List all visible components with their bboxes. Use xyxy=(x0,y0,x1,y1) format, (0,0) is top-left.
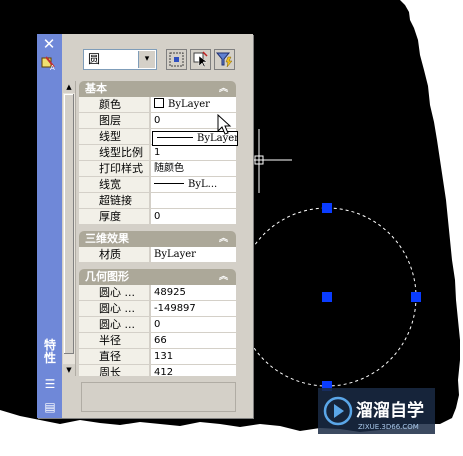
section-title: 三维效果 xyxy=(85,232,129,245)
collapse-icon[interactable]: ︽ xyxy=(219,231,228,247)
property-label: 半径 xyxy=(79,333,149,348)
property-label: 线型 xyxy=(79,129,149,144)
scroll-up-icon[interactable]: ▲ xyxy=(63,81,75,93)
property-value[interactable]: 66 xyxy=(150,333,236,348)
property-label: 圆心 ... xyxy=(79,285,149,300)
palette-toolbar: 圆 ▾ xyxy=(63,36,253,76)
property-row-layer[interactable]: 图层 0 xyxy=(79,113,236,129)
vertical-scrollbar[interactable]: ▲ ▼ xyxy=(63,81,76,376)
pickadd-button[interactable] xyxy=(166,49,187,70)
property-value[interactable]: 0 xyxy=(150,317,236,332)
section-3d-effects-header[interactable]: 三维效果 ︽ xyxy=(79,231,236,247)
property-row-radius[interactable]: 半径 66 xyxy=(79,333,236,349)
property-row-plot-style[interactable]: 打印样式 随颜色 xyxy=(79,161,236,177)
property-row-center-x[interactable]: 圆心 ... 48925 xyxy=(79,285,236,301)
section-title: 几何图形 xyxy=(85,270,129,283)
select-objects-button[interactable] xyxy=(190,49,211,70)
select-objects-icon xyxy=(193,51,208,68)
section-general-header[interactable]: 基本 ︽ xyxy=(79,81,236,97)
properties-palette: ✕ A 特性 ☰ ▤ 圆 ▾ ▲ ▼ 基本 ︽ 颜色 ByLayer 图层 0 … xyxy=(37,34,253,418)
property-label: 超链接 xyxy=(79,193,149,208)
property-value[interactable]: 1 xyxy=(150,145,236,160)
property-label: 周长 xyxy=(79,365,149,376)
collapse-icon[interactable]: ︽ xyxy=(219,269,228,285)
property-value[interactable]: 0 xyxy=(150,209,236,224)
palette-vertical-title: 特性 xyxy=(43,338,56,365)
property-value[interactable]: 随颜色 xyxy=(150,161,236,176)
collapse-icon[interactable]: ︽ xyxy=(219,81,228,97)
property-value[interactable]: -149897 xyxy=(150,301,236,316)
property-value[interactable] xyxy=(150,193,236,208)
property-label: 线型比例 xyxy=(79,145,149,160)
properties-icon[interactable]: A xyxy=(40,55,58,71)
property-row-center-z[interactable]: 圆心 ... 0 xyxy=(79,317,236,333)
property-label: 线宽 xyxy=(79,177,149,192)
mouse-pointer-icon xyxy=(217,114,232,135)
scroll-thumb[interactable] xyxy=(64,94,74,354)
property-row-center-y[interactable]: 圆心 ... -149897 xyxy=(79,301,236,317)
property-value[interactable]: ByLayer xyxy=(150,97,236,112)
palette-titlebar[interactable]: ✕ A 特性 ☰ ▤ xyxy=(37,34,62,418)
property-label: 圆心 ... xyxy=(79,317,149,332)
object-type-select[interactable]: 圆 ▾ xyxy=(83,49,157,70)
quick-select-button[interactable] xyxy=(214,49,235,70)
watermark-brand: 溜溜自学 xyxy=(356,400,424,421)
lineweight-sample-icon xyxy=(154,183,184,184)
grip-top[interactable] xyxy=(322,203,332,213)
description-area xyxy=(81,382,236,412)
watermark-url: ZIXUE.3D66.COM xyxy=(358,423,419,431)
section-geometry-header[interactable]: 几何图形 ︽ xyxy=(79,269,236,285)
chevron-down-icon[interactable]: ▾ xyxy=(138,51,155,68)
property-value[interactable]: 131 xyxy=(150,349,236,364)
property-row-thickness[interactable]: 厚度 0 xyxy=(79,209,236,225)
grip-center[interactable] xyxy=(322,292,332,302)
close-icon[interactable]: ✕ xyxy=(41,36,57,52)
auto-hide-icon[interactable]: ☰ xyxy=(42,377,58,391)
property-label: 直径 xyxy=(79,349,149,364)
scroll-down-icon[interactable]: ▼ xyxy=(63,364,75,376)
property-row-material[interactable]: 材质 ByLayer xyxy=(79,247,236,263)
property-label: 圆心 ... xyxy=(79,301,149,316)
property-label: 打印样式 xyxy=(79,161,149,176)
property-row-circumference[interactable]: 周长 412 xyxy=(79,365,236,376)
property-label: 材质 xyxy=(79,247,149,262)
property-row-diameter[interactable]: 直径 131 xyxy=(79,349,236,365)
lineweight-value-text: ByL... xyxy=(188,179,218,190)
property-row-hyperlink[interactable]: 超链接 xyxy=(79,193,236,209)
property-label: 厚度 xyxy=(79,209,149,224)
property-value[interactable]: ByL... xyxy=(150,177,236,192)
property-value[interactable]: ByLayer xyxy=(150,247,236,262)
watermark: 溜溜自学 ZIXUE.3D66.COM xyxy=(318,388,435,434)
pickadd-icon xyxy=(169,52,184,67)
quick-select-icon xyxy=(215,52,233,68)
svg-text:A: A xyxy=(50,64,55,71)
property-label: 颜色 xyxy=(79,97,149,112)
property-row-color[interactable]: 颜色 ByLayer xyxy=(79,97,236,113)
section-title: 基本 xyxy=(85,82,107,95)
object-type-value: 圆 xyxy=(88,52,101,66)
property-grid: 基本 ︽ 颜色 ByLayer 图层 0 线型 线型比例 1 打印样式 随颜色 … xyxy=(79,81,239,376)
property-value[interactable]: 412 xyxy=(150,365,236,376)
property-row-lineweight[interactable]: 线宽 ByL... xyxy=(79,177,236,193)
property-label: 图层 xyxy=(79,113,149,128)
property-row-linetype-scale[interactable]: 线型比例 1 xyxy=(79,145,236,161)
color-swatch-icon xyxy=(154,98,164,108)
palette-menu-icon[interactable]: ▤ xyxy=(42,400,58,414)
linetype-sample-icon xyxy=(157,137,193,138)
grip-right[interactable] xyxy=(411,292,421,302)
color-value-text: ByLayer xyxy=(168,99,210,110)
property-value[interactable]: 48925 xyxy=(150,285,236,300)
